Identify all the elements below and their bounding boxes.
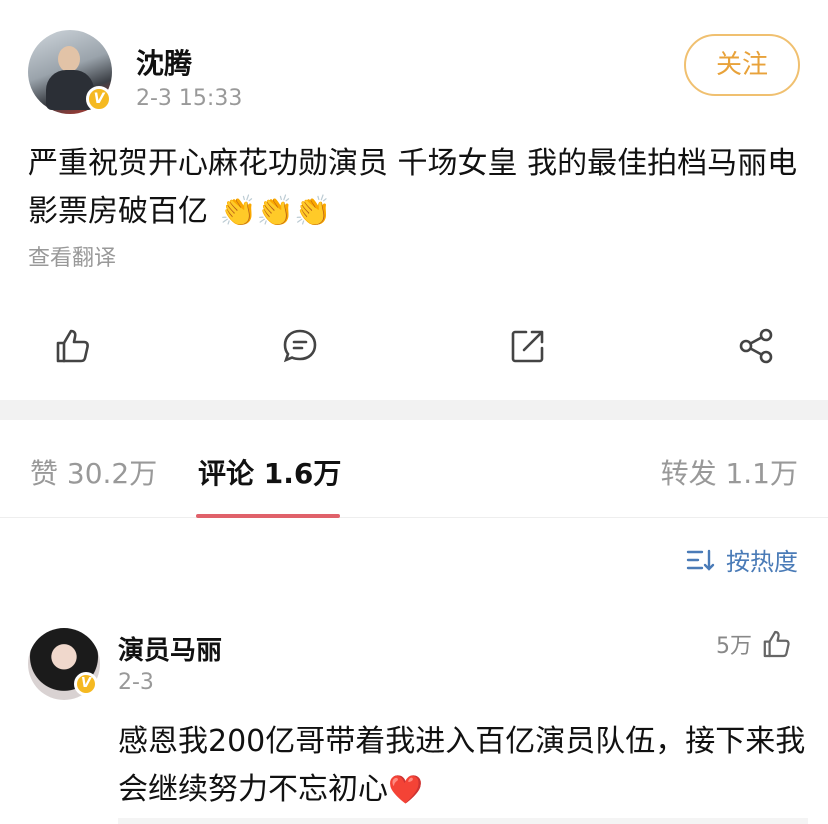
translate-link[interactable]: 查看翻译 bbox=[28, 240, 116, 272]
tab-likes[interactable]: 赞 30.2万 bbox=[30, 452, 157, 492]
comment-time: 2-3 bbox=[118, 670, 154, 695]
post-text: 严重祝贺开心麻花功勋演员 千场女皇 我的最佳拍档马丽电影票房破百亿 👏👏👏 bbox=[28, 140, 808, 236]
clapping-hands-emoji: 👏👏👏 bbox=[219, 194, 332, 229]
commenter-name[interactable]: 演员马丽 bbox=[118, 630, 222, 667]
comment-like-count: 5万 bbox=[716, 634, 752, 659]
tab-comments[interactable]: 评论 1.6万 bbox=[198, 452, 341, 492]
reply-preview-strip bbox=[118, 818, 808, 824]
repost-icon[interactable] bbox=[508, 326, 548, 366]
verified-badge-icon: V bbox=[74, 672, 98, 696]
comment-like-button[interactable]: 5万 bbox=[716, 628, 792, 660]
like-icon[interactable] bbox=[52, 326, 92, 366]
avatar-face bbox=[58, 46, 80, 72]
comment-text: 感恩我200亿哥带着我进入百亿演员队伍，接下来我会继续努力不忘初心❤️ bbox=[118, 718, 808, 814]
thumbs-up-icon bbox=[763, 630, 790, 658]
heart-emoji: ❤️ bbox=[388, 773, 423, 806]
verified-badge-icon: V bbox=[86, 86, 112, 112]
tab-reposts[interactable]: 转发 1.1万 bbox=[661, 452, 798, 492]
sort-by-hot-button[interactable]: 按热度 bbox=[686, 542, 798, 577]
sort-icon bbox=[686, 549, 715, 571]
author-name[interactable]: 沈腾 bbox=[136, 42, 192, 82]
post-body: 严重祝贺开心麻花功勋演员 千场女皇 我的最佳拍档马丽电影票房破百亿 bbox=[28, 146, 798, 229]
section-divider bbox=[0, 400, 828, 420]
sort-label: 按热度 bbox=[726, 548, 798, 576]
engagement-tabs: 赞 30.2万 评论 1.6万 转发 1.1万 bbox=[0, 420, 828, 518]
share-icon[interactable] bbox=[736, 326, 776, 366]
comment-icon[interactable] bbox=[280, 326, 320, 366]
active-tab-indicator bbox=[196, 514, 340, 518]
post-time: 2-3 15:33 bbox=[136, 86, 243, 111]
follow-button[interactable]: 关注 bbox=[684, 34, 800, 96]
weibo-post: V 沈腾 2-3 15:33 关注 严重祝贺开心麻花功勋演员 千场女皇 我的最佳… bbox=[0, 0, 828, 400]
comment-body: 感恩我200亿哥带着我进入百亿演员队伍，接下来我会继续努力不忘初心 bbox=[118, 724, 806, 807]
